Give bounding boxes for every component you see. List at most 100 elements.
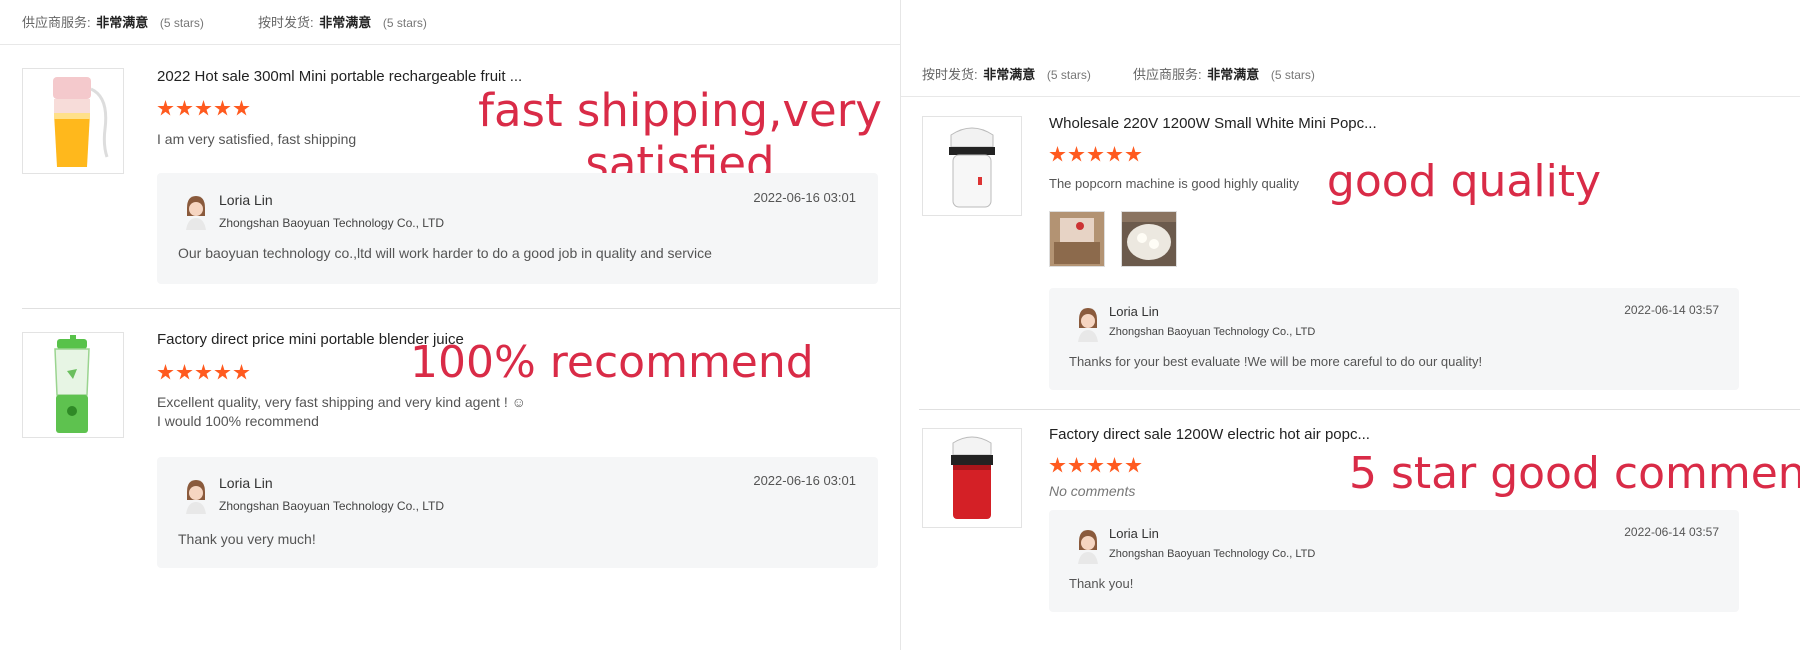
review-comment: The popcorn machine is good highly quali…: [1049, 174, 1299, 193]
review-item: Factory direct price mini portable blend…: [0, 309, 900, 590]
seller-reply: Loria Lin Zhongshan Baoyuan Technology C…: [157, 173, 878, 284]
pink-blender-icon: [53, 77, 109, 167]
star-icon: [233, 100, 250, 116]
star-icon: [1068, 146, 1085, 162]
star-icon: [176, 364, 193, 380]
star-icon: [1049, 457, 1066, 473]
avatar-icon: [1078, 530, 1098, 564]
star-rating: [157, 364, 252, 384]
star-icon: [1125, 146, 1142, 162]
product-thumbnail[interactable]: [22, 332, 124, 438]
overlay-annotation: 100% recommend: [410, 337, 814, 389]
rating-item-on-time-delivery: 按时发货: 非常满意 (5 stars): [258, 12, 427, 31]
review-photo-popcorn-icon: [1122, 212, 1176, 266]
review-photo[interactable]: [1121, 211, 1177, 267]
rating-value: 非常满意: [319, 15, 372, 30]
avatar-icon: [186, 480, 206, 514]
rating-item-supplier-service: 供应商服务: 非常满意 (5 stars): [1133, 64, 1315, 83]
rating-stars-text: (5 stars): [1046, 68, 1091, 82]
star-icon: [1068, 457, 1085, 473]
review-comment-line: Excellent quality, very fast shipping an…: [157, 394, 526, 410]
star-icon: [1087, 457, 1104, 473]
review-item: 2022 Hot sale 300ml Mini portable rechar…: [0, 44, 900, 308]
seller-reply: Loria Lin Zhongshan Baoyuan Technology C…: [1049, 510, 1739, 612]
rating-label: 按时发货:: [922, 67, 978, 82]
reply-text: Thanks for your best evaluate !We will b…: [1069, 354, 1483, 369]
white-popcorn-machine-icon: [949, 127, 995, 208]
rating-item-supplier-service: 供应商服务: 非常满意 (5 stars): [22, 12, 204, 31]
review-comment-line: No comments: [1049, 483, 1136, 499]
star-icon: [233, 364, 250, 380]
reply-author-name: Loria Lin: [219, 192, 273, 208]
rating-value: 非常满意: [1207, 67, 1260, 82]
reply-text: Thank you!: [1069, 576, 1134, 591]
star-icon: [195, 100, 212, 116]
avatar-icon: [1078, 308, 1098, 342]
star-icon: [195, 364, 212, 380]
star-icon: [1106, 457, 1123, 473]
star-rating: [1049, 457, 1144, 477]
review-comment: No comments: [1049, 482, 1135, 501]
review-item: Wholesale 220V 1200W Small White Mini Po…: [901, 96, 1800, 410]
reply-author-name: Loria Lin: [1109, 304, 1159, 319]
product-thumbnail[interactable]: [22, 68, 124, 174]
star-icon: [1087, 146, 1104, 162]
rating-stars-text: (5 stars): [159, 16, 204, 30]
rating-label: 供应商服务:: [22, 15, 91, 30]
reply-company-name: Zhongshan Baoyuan Technology Co., LTD: [1109, 326, 1316, 338]
product-title-link[interactable]: 2022 Hot sale 300ml Mini portable rechar…: [157, 68, 522, 85]
star-icon: [157, 364, 174, 380]
reply-author-name: Loria Lin: [219, 475, 273, 491]
reply-text: Our baoyuan technology co.,ltd will work…: [178, 245, 712, 261]
rating-label: 按时发货:: [258, 15, 314, 30]
reply-date: 2022-06-14 03:57: [1624, 525, 1719, 539]
reply-date: 2022-06-14 03:57: [1624, 303, 1719, 317]
star-icon: [1125, 457, 1142, 473]
review-comment: Excellent quality, very fast shipping an…: [157, 393, 526, 431]
right-review-panel: 按时发货: 非常满意 (5 stars) 供应商服务: 非常满意 (5 star…: [900, 52, 1800, 650]
star-icon: [157, 100, 174, 116]
star-rating: [157, 100, 252, 120]
reply-company-name: Zhongshan Baoyuan Technology Co., LTD: [1109, 548, 1316, 560]
reply-date: 2022-06-16 03:01: [753, 190, 856, 205]
review-comment: I am very satisfied, fast shipping: [157, 130, 356, 149]
review-photo[interactable]: [1049, 211, 1105, 267]
green-blender-icon: [54, 335, 90, 433]
rating-stars-text: (5 stars): [382, 16, 427, 30]
seller-reply: Loria Lin Zhongshan Baoyuan Technology C…: [157, 457, 878, 568]
seller-reply: Loria Lin Zhongshan Baoyuan Technology C…: [1049, 288, 1739, 390]
overlay-line: 5 star good comment: [1349, 448, 1800, 499]
reply-date: 2022-06-16 03:01: [753, 473, 856, 488]
review-comment-line: I would 100% recommend: [157, 413, 319, 429]
review-photo-box-icon: [1050, 212, 1104, 266]
rating-value: 非常满意: [983, 67, 1036, 82]
review-comment-line: I am very satisfied, fast shipping: [157, 131, 357, 147]
review-item: Factory direct sale 1200W electric hot a…: [901, 410, 1800, 650]
reply-company-name: Zhongshan Baoyuan Technology Co., LTD: [219, 216, 445, 230]
rating-value: 非常满意: [96, 15, 149, 30]
rating-stars-text: (5 stars): [1270, 68, 1315, 82]
rating-label: 供应商服务:: [1133, 67, 1202, 82]
overlay-line: 100% recommend: [410, 337, 814, 388]
reply-text: Thank you very much!: [178, 531, 316, 547]
product-thumbnail[interactable]: [922, 116, 1022, 216]
overlay-line: good quality: [1326, 156, 1602, 207]
star-icon: [214, 364, 231, 380]
left-review-panel: 供应商服务: 非常满意 (5 stars) 按时发货: 非常满意 (5 star…: [0, 0, 901, 590]
product-thumbnail[interactable]: [922, 428, 1022, 528]
ratings-summary-bar: 供应商服务: 非常满意 (5 stars) 按时发货: 非常满意 (5 star…: [0, 0, 900, 45]
overlay-line: fast shipping,very: [478, 84, 882, 137]
reply-author-name: Loria Lin: [1109, 526, 1159, 541]
overlay-annotation: 5 star good comment: [1349, 448, 1800, 500]
star-rating: [1049, 146, 1144, 166]
avatar-icon: [186, 196, 206, 230]
star-icon: [1106, 146, 1123, 162]
rating-item-on-time-delivery: 按时发货: 非常满意 (5 stars): [922, 64, 1091, 83]
star-icon: [176, 100, 193, 116]
product-title-link[interactable]: Factory direct sale 1200W electric hot a…: [1049, 426, 1370, 443]
red-popcorn-machine-icon: [951, 436, 993, 519]
product-title-link[interactable]: Wholesale 220V 1200W Small White Mini Po…: [1049, 115, 1377, 132]
review-comment-line: The popcorn machine is good highly quali…: [1049, 176, 1300, 191]
ratings-summary-bar: 按时发货: 非常满意 (5 stars) 供应商服务: 非常满意 (5 star…: [901, 52, 1800, 97]
star-icon: [214, 100, 231, 116]
